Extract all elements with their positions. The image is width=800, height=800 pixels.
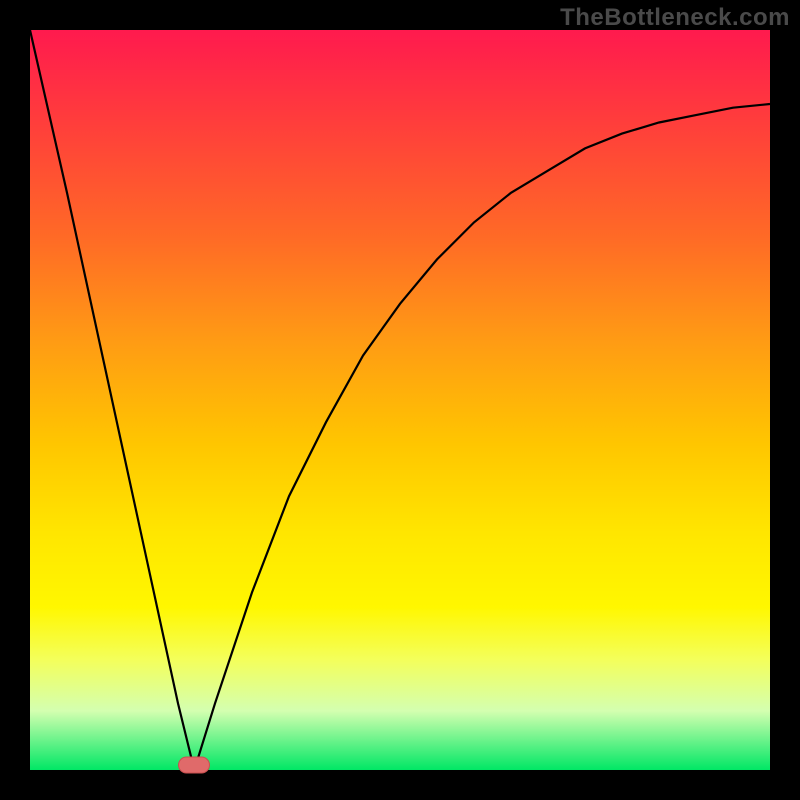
curve-path — [30, 30, 770, 770]
plot-area — [30, 30, 770, 770]
chart-frame: TheBottleneck.com — [0, 0, 800, 800]
curve-layer — [30, 30, 770, 770]
watermark-text: TheBottleneck.com — [560, 4, 790, 32]
min-marker — [178, 756, 210, 773]
